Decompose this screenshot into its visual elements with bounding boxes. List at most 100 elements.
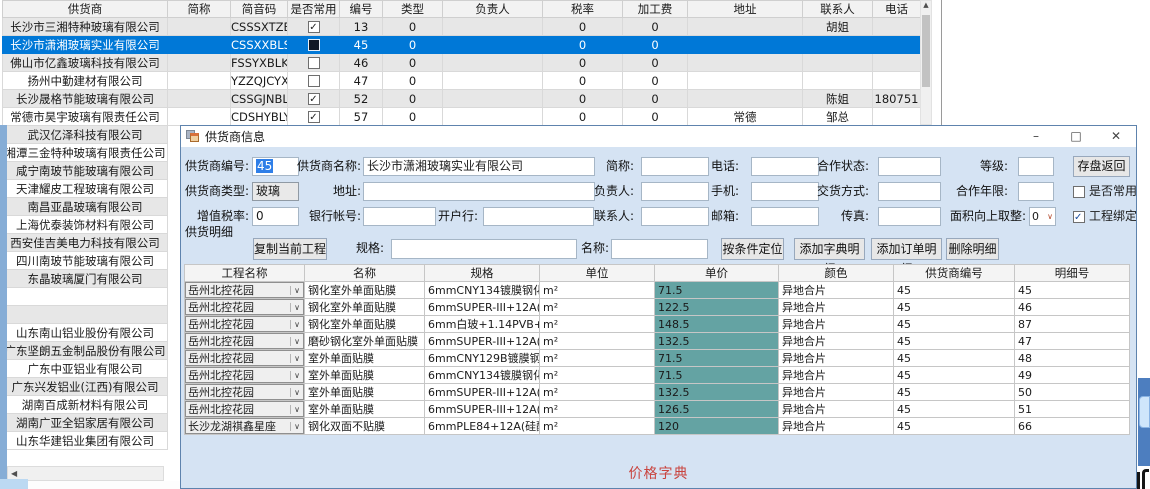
scroll-up-icon[interactable]: ▲ (923, 1, 928, 9)
table-row[interactable]: 佛山市亿鑫玻璃科技有限公司FSSYXBLKJ...46000 (3, 54, 921, 72)
add-dict-detail-button[interactable]: 添加字典明细 (794, 238, 865, 260)
scroll-left-icon[interactable]: ◀ (11, 469, 17, 478)
mobile-label: 手机: (679, 182, 739, 201)
detail-grid: 工程名称名称规格单位单价颜色供货商编号明细号岳州北控花园∨钢化室外单面贴膜6mm… (184, 264, 1130, 435)
table-row[interactable]: 常德市昊宇玻璃有限责任公司CDSHYBLYX57000常德邹总 (3, 108, 921, 126)
grid-row[interactable]: 长沙龙湖祺鑫星座∨钢化双面不贴膜6mmPLE84+12A(硅酮胶...m²120… (185, 418, 1130, 435)
column-header[interactable]: 联系人 (803, 1, 873, 18)
copy-project-button[interactable]: 复制当前工程 (253, 238, 327, 260)
chevron-down-icon[interactable]: ∨ (290, 354, 303, 363)
window-edge-right-button (1139, 396, 1150, 428)
dialog-titlebar[interactable]: 供货商信息 – □ ✕ (181, 126, 1136, 147)
project-name-select[interactable]: 岳州北控花园∨ (185, 350, 304, 366)
column-header[interactable]: 税率 (543, 1, 623, 18)
grid-row[interactable]: 岳州北控花园∨磨砂钢化室外单面贴膜6mmSUPER-III+12A(硅...m²… (185, 333, 1130, 350)
contact-label: 联系人: (574, 207, 634, 226)
checkbox-icon[interactable] (1073, 186, 1085, 198)
grid-row[interactable]: 岳州北控花园∨钢化室外单面贴膜6mm白玻+1.14PVB+6mm...m²148… (185, 316, 1130, 333)
column-header[interactable]: 简音码 (231, 1, 288, 18)
grid-column-header[interactable]: 供货商编号 (894, 265, 1015, 282)
table-row[interactable]: 扬州中勤建材有限公司YZZQJCYXGS47000 (3, 72, 921, 90)
save-button[interactable]: 存盘返回 (1073, 156, 1130, 177)
bottom-left-filler (7, 481, 180, 489)
chevron-down-icon[interactable]: ∨ (290, 320, 303, 329)
scrollbar-thumb[interactable] (922, 15, 930, 87)
table-row[interactable]: 长沙市三湘特种玻璃有限公司CSSSXTZBL...13000胡姐 (3, 18, 921, 36)
grid-column-header[interactable]: 单位 (540, 265, 655, 282)
manager-label: 负责人: (574, 182, 634, 201)
chevron-down-icon[interactable]: ∨ (290, 422, 303, 431)
project-name-select[interactable]: 岳州北控花园∨ (185, 367, 304, 383)
chevron-down-icon[interactable]: ∨ (290, 371, 303, 380)
column-header[interactable]: 加工费 (623, 1, 688, 18)
grid-row[interactable]: 岳州北控花园∨钢化室外单面贴膜6mmCNY134镀膜钢化m²71.5异地合片45… (185, 282, 1130, 299)
chevron-down-icon[interactable]: ∨ (290, 337, 303, 346)
grid-row[interactable]: 岳州北控花园∨钢化室外单面贴膜6mmSUPER-III+12A(硅...m²12… (185, 299, 1130, 316)
project-name-select[interactable]: 岳州北控花园∨ (185, 299, 304, 315)
grid-column-header[interactable]: 颜色 (779, 265, 894, 282)
grid-column-header[interactable]: 工程名称 (185, 265, 305, 282)
checkbox-icon[interactable] (308, 111, 320, 123)
grade-label: 等级: (948, 157, 1008, 176)
grade-input[interactable] (1018, 157, 1054, 176)
grid-row[interactable]: 岳州北控花园∨室外单面贴膜6mmCNY134镀膜钢化m²71.5异地合片4549 (185, 367, 1130, 384)
table-vertical-scrollbar[interactable]: ▲ (920, 0, 932, 125)
chevron-down-icon[interactable]: ∨ (290, 405, 303, 414)
is-common-checkbox[interactable]: 是否常用 (1073, 184, 1136, 199)
project-name-select[interactable]: 岳州北控花园∨ (185, 282, 304, 298)
project-name-select[interactable]: 长沙龙湖祺鑫星座∨ (185, 418, 304, 434)
supplier-type-label: 供货商类型: (181, 182, 249, 201)
checkbox-icon[interactable] (308, 21, 320, 33)
grid-row[interactable]: 岳州北控花园∨室外单面贴膜6mmCNY129B镀膜钢化m²71.5异地合片454… (185, 350, 1130, 367)
supplier-name-input[interactable]: 长沙市潇湘玻璃实业有限公司 (363, 157, 595, 176)
grid-row[interactable]: 岳州北控花园∨室外单面贴膜6mmSUPER-III+12A(硅...m²126.… (185, 401, 1130, 418)
table-row[interactable]: 长沙晟格节能玻璃有限公司CSSGJNBLYXGS52000陈姐180751 (3, 90, 921, 108)
checkbox-icon[interactable] (308, 93, 320, 105)
checkbox-icon[interactable] (1073, 211, 1085, 223)
minimize-icon[interactable]: – (1016, 126, 1056, 147)
project-bind-checkbox[interactable]: 工程绑定 (1073, 209, 1136, 224)
grid-column-header[interactable]: 明细号 (1015, 265, 1130, 282)
coop-status-input[interactable] (878, 157, 941, 176)
panel-divider (941, 0, 942, 125)
area-round-select[interactable]: 0∨ (1029, 207, 1056, 226)
email-label: 邮箱: (679, 207, 739, 226)
grid-column-header[interactable]: 规格 (425, 265, 540, 282)
column-header[interactable]: 电话 (873, 1, 921, 18)
checkbox-icon[interactable] (308, 57, 320, 69)
chevron-down-icon[interactable]: ∨ (290, 286, 303, 295)
column-header[interactable]: 编号 (340, 1, 383, 18)
checkbox-icon[interactable] (308, 75, 320, 87)
project-name-select[interactable]: 岳州北控花园∨ (185, 316, 304, 332)
column-header[interactable]: 负责人 (443, 1, 543, 18)
list-horizontal-scrollbar[interactable]: ◀ (7, 466, 164, 481)
maximize-icon[interactable]: □ (1056, 126, 1096, 147)
background-glyph (1142, 469, 1149, 489)
grid-row[interactable]: 岳州北控花园∨室外单面贴膜6mmSUPER-III+12A(硅...m²132.… (185, 384, 1130, 401)
column-header[interactable]: 地址 (688, 1, 803, 18)
locate-button[interactable]: 按条件定位 (721, 238, 784, 260)
checkbox-icon[interactable] (308, 39, 320, 51)
address-label: 地址: (281, 182, 361, 201)
chevron-down-icon[interactable]: ∨ (290, 388, 303, 397)
column-header[interactable]: 是否常用 (288, 1, 340, 18)
column-header[interactable]: 类型 (383, 1, 443, 18)
grid-column-header[interactable]: 单价 (655, 265, 779, 282)
grid-column-header[interactable]: 名称 (305, 265, 425, 282)
coop-years-input[interactable] (1018, 182, 1054, 201)
close-icon[interactable]: ✕ (1096, 126, 1136, 147)
phone-label: 电话: (679, 157, 739, 176)
column-header[interactable]: 供货商 (3, 1, 168, 18)
chevron-down-icon[interactable]: ∨ (1047, 208, 1053, 225)
project-name-select[interactable]: 岳州北控花园∨ (185, 333, 304, 349)
name-filter-input[interactable] (611, 239, 708, 259)
delete-detail-button[interactable]: 删除明细 (946, 238, 999, 260)
column-header[interactable]: 简称 (168, 1, 231, 18)
address-input[interactable] (363, 182, 595, 201)
spec-filter-input[interactable] (391, 239, 577, 259)
chevron-down-icon[interactable]: ∨ (290, 303, 303, 312)
add-order-detail-button[interactable]: 添加订单明细 (871, 238, 942, 260)
project-name-select[interactable]: 岳州北控花园∨ (185, 384, 304, 400)
table-row[interactable]: 长沙市潇湘玻璃实业有限公司CSSXXBLSY...45000 (3, 36, 921, 54)
project-name-select[interactable]: 岳州北控花园∨ (185, 401, 304, 417)
